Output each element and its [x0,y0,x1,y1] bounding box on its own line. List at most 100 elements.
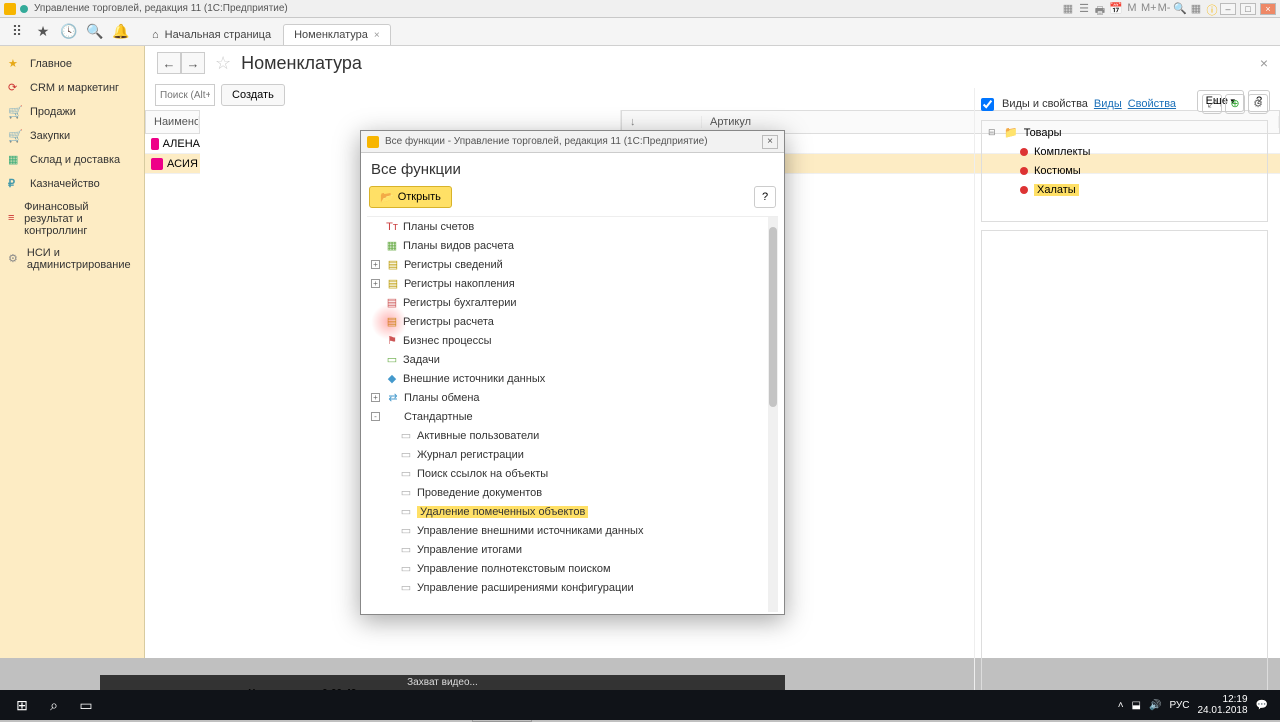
expand-icon[interactable]: + [371,260,380,269]
favorite-star-icon[interactable]: ☆ [215,53,231,74]
sidebar-item[interactable]: Закупки [0,124,144,148]
nav-forward-button[interactable]: → [181,52,205,74]
maximize-button[interactable]: □ [1240,3,1256,15]
history-icon[interactable]: 🕓 [58,21,80,43]
tree-row[interactable]: ▦Планы видов расчета [367,236,778,255]
tree-row[interactable]: ▭Проведение документов [367,483,778,502]
tree-row[interactable]: ▭Управление внешними источниками данных [367,521,778,540]
dot-icon [1020,186,1028,194]
tree-row[interactable]: ▤Регистры расчета [367,312,778,331]
tree-row[interactable]: ▭Управление итогами [367,540,778,559]
tree-row[interactable]: ▭ Управление полнотекстовым поиском [367,559,778,578]
tool-icon[interactable]: ▦ [1061,2,1075,16]
table-row[interactable]: АСИЯ [145,154,200,174]
tree-row[interactable]: ▭Поиск ссылок на объекты [367,464,778,483]
taskview-button[interactable]: ▭ [70,691,102,719]
grid-col-name[interactable]: Наименование [146,116,199,128]
tree-row[interactable]: Комплекты [984,142,1265,161]
gear-icon[interactable]: ⚙ [1248,94,1268,114]
sidebar-item[interactable]: CRM и маркетинг [0,76,144,100]
tool-icon[interactable]: 📅 [1109,2,1123,16]
tree-row[interactable]: ◆Внешние источники данных [367,369,778,388]
tree-row[interactable]: ▭Удаление помеченных объектов [367,502,778,521]
notification-icon[interactable]: 💬 [1256,700,1268,711]
dialog-tree: ТтПланы счетов▦Планы видов расчета+▤Реги… [367,216,778,612]
tool-icon[interactable]: M+ [1141,2,1155,16]
close-button[interactable]: × [1260,3,1276,15]
sidebar-item[interactable]: Склад и доставка [0,148,144,172]
tree-label: Управление полнотекстовым поиском [417,563,611,575]
sidebar-item[interactable]: Финансовый результат и контроллинг [0,196,144,242]
tray-icon[interactable]: ˄ [1118,700,1124,711]
tree-row[interactable]: ▭Активные пользователи [367,426,778,445]
bell-icon[interactable]: 🔔 [110,21,132,43]
tab-home[interactable]: ⌂ Начальная страница [142,25,281,45]
nav-back-button[interactable]: ← [157,52,181,74]
tab-nomenclature[interactable]: Номенклатура × [283,24,391,45]
window-title: Управление торговлей, редакция 11 (1С:Пр… [34,3,1060,14]
table-row[interactable]: АЛЕНА [145,134,200,154]
tree-row[interactable]: ▤Регистры бухгалтерии [367,293,778,312]
close-icon[interactable]: × [762,135,778,149]
sidebar-item[interactable]: Казначейство [0,172,144,196]
search-icon[interactable]: 🔍 [1173,2,1187,16]
tree-row[interactable]: Халаты [984,180,1265,199]
tree-row[interactable]: ⚑Бизнес процессы [367,331,778,350]
create-button[interactable]: Создать [221,84,285,106]
tool-icon[interactable]: M- [1157,2,1171,16]
tree-row[interactable]: Костюмы [984,161,1265,180]
search-input[interactable] [155,84,215,106]
tree-row[interactable]: +⇄Планы обмена [367,388,778,407]
help-icon[interactable]: ⓘ [1205,2,1219,16]
rp-icon[interactable]: ⤢ [1202,94,1222,114]
rp-icon[interactable]: ⊕ [1225,94,1245,114]
lang-indicator[interactable]: РУС [1169,700,1189,711]
tool-icon[interactable]: ☰ [1077,2,1091,16]
stock-icon [8,153,22,167]
tree-icon: ▦ [385,239,399,252]
dialog-titlebar[interactable]: Все функции - Управление торговлей, реда… [361,131,784,153]
tree-row[interactable]: ▭Управление расширениями конфигурации [367,578,778,597]
help-button[interactable]: ? [754,186,776,208]
tree-icon: ▭ [399,581,413,594]
grid-col-sort[interactable] [622,116,702,128]
kinds-link[interactable]: Виды [1094,98,1122,110]
tree-icon: ▭ [399,562,413,575]
scrollbar[interactable] [768,217,778,612]
sidebar-item[interactable]: Главное [0,52,144,76]
dialog-toolbar: Открыть ? [361,182,784,212]
apps-icon[interactable]: ⠿ [6,21,28,43]
close-icon[interactable]: × [374,30,380,41]
status-icon [20,5,28,13]
expand-icon[interactable]: + [371,393,380,402]
sidebar-item[interactable]: НСИ и администрирование [0,242,144,276]
scrollbar-thumb[interactable] [769,227,777,407]
sidebar-item[interactable]: Продажи [0,100,144,124]
expand-icon[interactable]: + [371,279,380,288]
favorite-icon[interactable]: ★ [32,21,54,43]
right-tree: ⊟📁ТоварыКомплектыКостюмыХалаты [981,120,1268,222]
tool-icon[interactable]: M [1125,2,1139,16]
tool-icon[interactable]: 🖶 [1093,2,1107,16]
tree-row[interactable]: ⊟📁Товары [984,123,1265,142]
expand-icon[interactable]: - [371,412,380,421]
tree-row[interactable]: ▭Задачи [367,350,778,369]
minimize-button[interactable]: – [1220,3,1236,15]
tree-row[interactable]: +▤Регистры накопления [367,274,778,293]
tray-icon[interactable]: ⬓ [1132,700,1141,711]
tree-row[interactable]: -Стандартные [367,407,778,426]
search-icon[interactable]: 🔍 [84,21,106,43]
volume-icon[interactable]: 🔊 [1149,700,1161,711]
search-button[interactable]: ⌕ [38,691,70,719]
clock[interactable]: 12:19 24.01.2018 [1197,694,1247,716]
tool-icon[interactable]: ▦ [1189,2,1203,16]
close-page-icon[interactable]: × [1260,55,1268,71]
open-button[interactable]: Открыть [369,186,452,208]
buy-icon [8,129,22,143]
props-link[interactable]: Свойства [1128,98,1176,110]
start-button[interactable]: ⊞ [6,691,38,719]
kinds-checkbox[interactable] [981,98,994,111]
tree-row[interactable]: ТтПланы счетов [367,217,778,236]
tree-row[interactable]: ▭Журнал регистрации [367,445,778,464]
tree-row[interactable]: +▤Регистры сведений [367,255,778,274]
